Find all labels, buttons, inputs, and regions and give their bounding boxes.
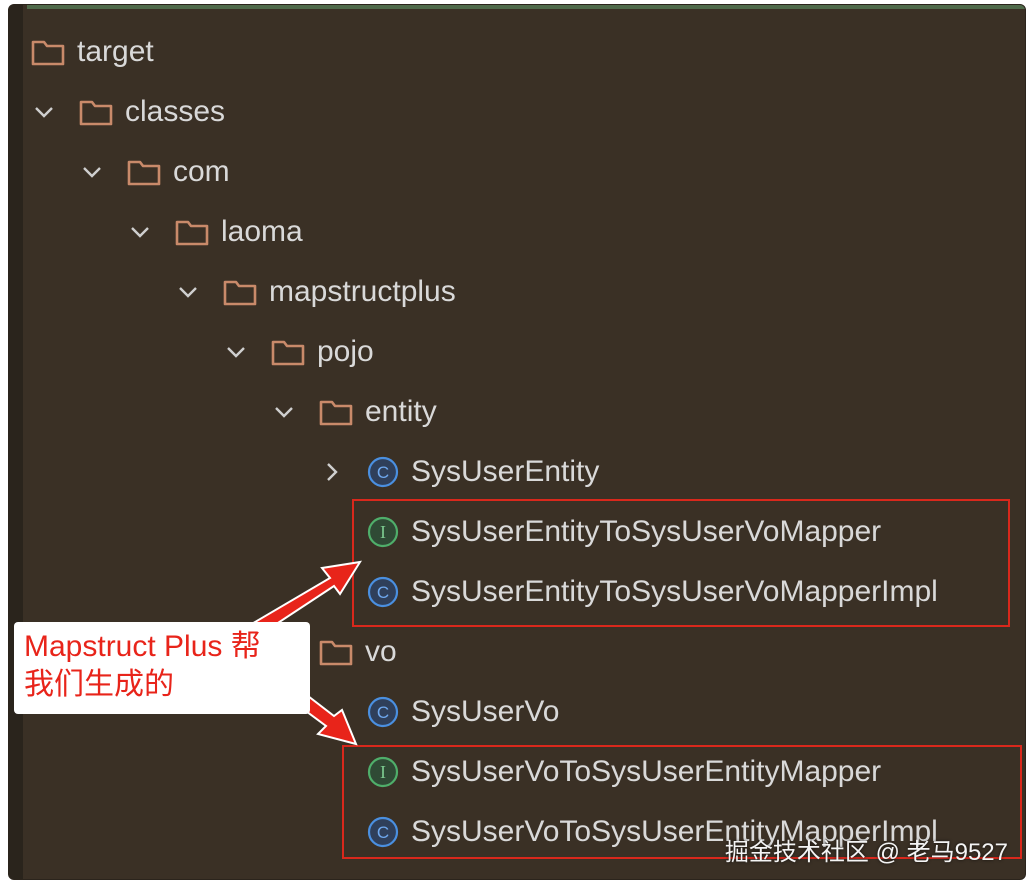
highlight-box-entity-mappers (352, 499, 1010, 627)
annotation-line-2: 我们生成的 (24, 668, 174, 701)
tree-item-laoma[interactable]: laoma (127, 212, 303, 252)
tree-item-label: SysUserEntity (411, 455, 600, 488)
tree-item-label: mapstructplus (269, 275, 456, 308)
chevron-down-icon[interactable] (127, 219, 153, 245)
annotation-line-1: Mapstruct Plus 帮 (24, 630, 261, 663)
class-icon: C (367, 456, 399, 488)
tree-gutter (9, 5, 23, 879)
svg-text:C: C (377, 463, 389, 482)
chevron-down-icon[interactable] (175, 279, 201, 305)
chevron-right-icon[interactable] (319, 459, 345, 485)
tree-item-label: SysUserVo (411, 695, 560, 728)
tree-item-label: laoma (221, 215, 303, 248)
chevron-down-icon[interactable] (223, 339, 249, 365)
chevron-down-icon[interactable] (79, 159, 105, 185)
tree-item-classes[interactable]: classes (31, 92, 225, 132)
tree-item-entity[interactable]: entity (271, 392, 437, 432)
tree-item-target[interactable]: target (31, 32, 154, 72)
folder-icon (271, 340, 305, 366)
folder-icon (319, 640, 353, 666)
class-icon: C (367, 696, 399, 728)
folder-icon (223, 280, 257, 306)
tree-item-sysuservo[interactable]: C SysUserVo (367, 692, 559, 732)
tree-item-label: entity (365, 395, 437, 428)
tree-item-label: vo (365, 635, 397, 668)
annotation-callout: Mapstruct Plus 帮 我们生成的 (14, 622, 310, 714)
svg-text:C: C (377, 703, 389, 722)
tree-item-com[interactable]: com (79, 152, 230, 192)
tree-item-label: target (77, 35, 154, 68)
tree-item-mapstructplus[interactable]: mapstructplus (175, 272, 456, 312)
folder-icon (319, 400, 353, 426)
tree-item-label: classes (125, 95, 226, 128)
folder-icon (127, 160, 161, 186)
folder-icon (175, 220, 209, 246)
watermark: 掘金技术社区 @ 老马9527 (724, 839, 1008, 866)
tree-item-sysuserentity[interactable]: C SysUserEntity (319, 452, 599, 492)
chevron-down-icon[interactable] (271, 399, 297, 425)
selection-line (27, 5, 1025, 9)
tree-item-pojo[interactable]: pojo (223, 332, 374, 372)
tree-item-label: com (173, 155, 230, 188)
chevron-down-icon[interactable] (31, 99, 57, 125)
folder-icon (31, 40, 65, 66)
folder-icon (79, 100, 113, 126)
tree-item-label: pojo (317, 335, 374, 368)
